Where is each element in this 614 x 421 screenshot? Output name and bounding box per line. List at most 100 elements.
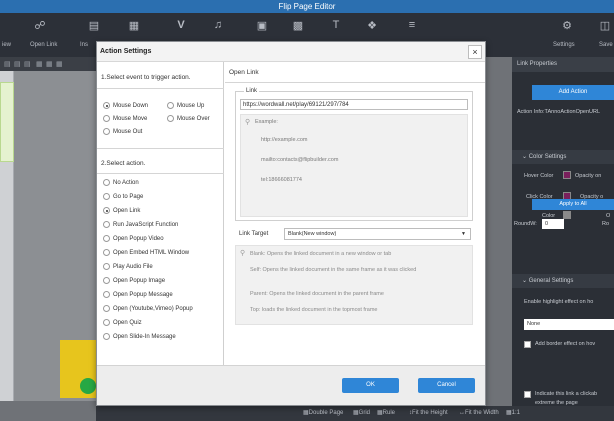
- distribute-v-icon[interactable]: ▦: [46, 60, 53, 68]
- radio-button[interactable]: [167, 102, 174, 109]
- toolbar-label-view[interactable]: iew: [2, 42, 11, 48]
- video-icon[interactable]: V: [173, 19, 189, 31]
- radio-button[interactable]: [103, 263, 110, 270]
- ro-label: Ro: [602, 221, 610, 227]
- radio-embed-html[interactable]: Open Embed HTML Window: [103, 249, 189, 256]
- radio-label: Open Embed HTML Window: [113, 249, 190, 256]
- fit-height-button[interactable]: ↕ Fit the Height: [409, 406, 448, 421]
- link-target-select[interactable]: Blank(New window) ▼: [284, 228, 471, 240]
- color-swatch[interactable]: [563, 211, 571, 219]
- indicate-label: Indicate this link a clickab: [535, 391, 598, 397]
- section-select-action: 2.Select action.: [101, 160, 146, 167]
- chart-icon[interactable]: ▦: [126, 19, 142, 32]
- radio-open-quiz[interactable]: Open Quiz: [103, 319, 142, 326]
- slideshow-icon[interactable]: ▩: [290, 19, 306, 32]
- image-icon[interactable]: ▣: [254, 19, 270, 32]
- radio-mouse-over[interactable]: Mouse Over: [167, 115, 210, 122]
- toolbar-label-open-link[interactable]: Open Link: [30, 42, 57, 48]
- radio-no-action[interactable]: No Action: [103, 179, 139, 186]
- apply-to-all-button[interactable]: Apply to All: [532, 199, 614, 210]
- radio-button[interactable]: [103, 333, 110, 340]
- radio-mouse-up[interactable]: Mouse Up: [167, 102, 204, 109]
- link-fieldset: Link https://wordwall.net/play/69121/297…: [235, 88, 473, 221]
- example-box: ⚲ Example: http://example.com mailto:con…: [240, 114, 468, 217]
- color-settings-section[interactable]: ⌄ Color Settings: [512, 150, 614, 164]
- dialog-header: Action Settings ×: [97, 42, 485, 62]
- radio-label: Mouse Down: [113, 102, 149, 109]
- radio-mouse-out[interactable]: Mouse Out: [103, 128, 142, 135]
- double-page-toggle[interactable]: ▦ Double Page: [303, 406, 343, 421]
- link-icon[interactable]: ☍: [32, 19, 48, 32]
- radio-button[interactable]: [103, 179, 110, 186]
- grid-toggle[interactable]: ▦ Grid: [353, 406, 370, 421]
- highlight-select[interactable]: None: [524, 319, 614, 330]
- radio-run-javascript[interactable]: Run JavaScript Function: [103, 221, 178, 228]
- add-action-button[interactable]: Add Action: [532, 85, 614, 100]
- radio-button[interactable]: [103, 115, 110, 122]
- example-label: Example:: [255, 119, 278, 125]
- distribute-icon[interactable]: ▦: [36, 60, 43, 68]
- info-top: Top: loads the linked document in the to…: [250, 307, 378, 313]
- status-bar: ▦ Double Page ▦ Grid ▦ Rule ↕ Fit the He…: [96, 406, 614, 421]
- radio-play-audio[interactable]: Play Audio File: [103, 263, 153, 270]
- radio-youtube-popup[interactable]: Open (Youtube,Vimeo) Popup: [103, 305, 193, 312]
- dropdown-arrow-icon: ▼: [461, 231, 466, 237]
- page-icon[interactable]: ▤: [86, 19, 102, 32]
- radio-mouse-move[interactable]: Mouse Move: [103, 115, 147, 122]
- radio-label: Mouse Out: [113, 128, 143, 135]
- ok-button[interactable]: OK: [342, 378, 399, 393]
- radio-button[interactable]: [103, 128, 110, 135]
- hover-color-swatch[interactable]: [563, 171, 571, 179]
- radio-popup-message[interactable]: Open Popup Message: [103, 291, 173, 298]
- radio-button[interactable]: [103, 193, 110, 200]
- radio-slide-in-message[interactable]: Open Slide-In Message: [103, 333, 176, 340]
- example-mailto: mailto:contacts@flipbuilder.com: [261, 157, 339, 163]
- general-settings-section[interactable]: ⌄ General Settings: [512, 274, 614, 288]
- indicate-checkbox[interactable]: [524, 391, 531, 398]
- ruler-toggle[interactable]: ▦ Rule: [377, 406, 395, 421]
- radio-label: Mouse Over: [177, 115, 210, 122]
- add-border-checkbox[interactable]: [524, 341, 531, 348]
- radio-button[interactable]: [103, 319, 110, 326]
- toolbar-label-insert[interactable]: Ins: [80, 42, 88, 48]
- radio-button[interactable]: [167, 115, 174, 122]
- fit-width-button[interactable]: ↔ Fit the Width: [459, 406, 499, 421]
- radio-button[interactable]: [103, 249, 110, 256]
- link-legend: Link: [244, 88, 260, 94]
- radio-button[interactable]: [103, 305, 110, 312]
- toolbar-label-save[interactable]: Save: [599, 42, 613, 48]
- double-page-label: Double Page: [308, 410, 344, 416]
- align-left-icon[interactable]: ▤: [4, 60, 11, 68]
- url-input[interactable]: https://wordwall.net/play/69121/297/784: [240, 99, 468, 110]
- radio-button[interactable]: [103, 207, 110, 214]
- text-icon[interactable]: T: [328, 19, 344, 31]
- radio-button[interactable]: [103, 235, 110, 242]
- cancel-button[interactable]: Cancel: [418, 378, 475, 393]
- divider: [97, 173, 224, 174]
- list-icon[interactable]: ≡: [404, 19, 420, 31]
- radio-mouse-down[interactable]: Mouse Down: [103, 102, 148, 109]
- radio-label: Play Audio File: [113, 263, 153, 270]
- radio-open-link[interactable]: Open Link: [103, 207, 140, 214]
- size-icon[interactable]: ▦: [56, 60, 63, 68]
- music-icon[interactable]: ♫: [210, 19, 226, 31]
- radio-popup-video[interactable]: Open Popup Video: [103, 235, 164, 242]
- close-icon: ×: [472, 47, 478, 57]
- align-right-icon[interactable]: ▤: [24, 60, 31, 68]
- zoom-actual-button[interactable]: ▦ 1:1: [506, 406, 520, 421]
- shape-icon[interactable]: ❖: [364, 19, 380, 32]
- roundw-input[interactable]: 0: [542, 219, 564, 229]
- align-center-icon[interactable]: ▤: [14, 60, 21, 68]
- close-button[interactable]: ×: [468, 45, 482, 59]
- radio-button[interactable]: [103, 277, 110, 284]
- zoom-label: 1:1: [511, 410, 521, 416]
- toolbar-label-settings[interactable]: Settings: [553, 42, 575, 48]
- event-action-column: 1.Select event to trigger action. Mouse …: [97, 62, 224, 385]
- gear-icon[interactable]: ⚙: [559, 19, 575, 32]
- save-icon[interactable]: ◫: [597, 19, 613, 32]
- radio-button[interactable]: [103, 291, 110, 298]
- radio-popup-image[interactable]: Open Popup Image: [103, 277, 165, 284]
- radio-go-to-page[interactable]: Go to Page: [103, 193, 143, 200]
- radio-button[interactable]: [103, 102, 110, 109]
- radio-button[interactable]: [103, 221, 110, 228]
